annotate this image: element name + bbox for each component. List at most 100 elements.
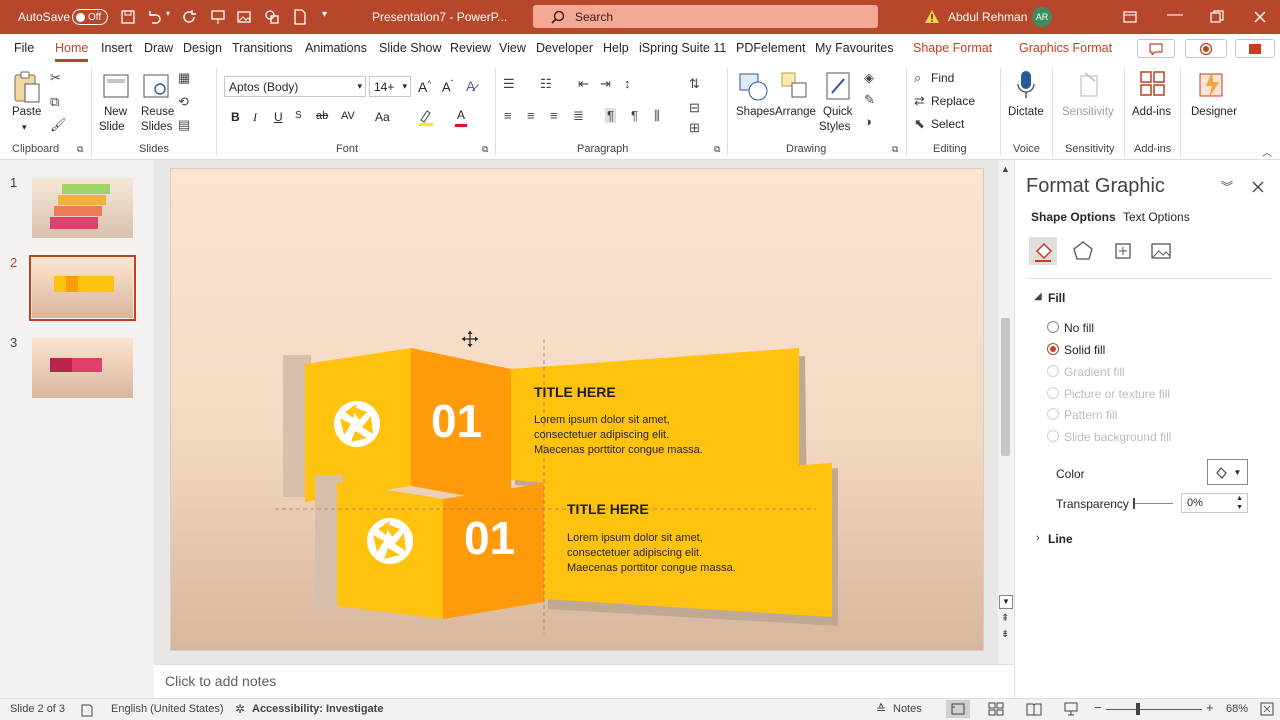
- microphone-icon[interactable]: [1016, 70, 1036, 102]
- select-button[interactable]: Select: [931, 117, 964, 131]
- increase-font-icon[interactable]: A^: [418, 79, 431, 95]
- accessibility-indicator[interactable]: Accessibility: Investigate: [252, 703, 383, 715]
- rtl-icon[interactable]: ¶: [605, 108, 616, 123]
- close-icon[interactable]: [1253, 10, 1267, 24]
- add-ins-icon[interactable]: [1139, 70, 1167, 100]
- solid-fill-label[interactable]: Solid fill: [1064, 343, 1105, 357]
- shadow-button[interactable]: S: [295, 110, 302, 121]
- new-slide-line2[interactable]: Slide: [99, 120, 125, 134]
- shapes-quick-icon[interactable]: [264, 9, 280, 25]
- shape-effects-icon[interactable]: ◑: [864, 114, 872, 129]
- tab-design[interactable]: Design: [183, 41, 222, 55]
- warning-icon[interactable]: [924, 9, 940, 25]
- image-icon[interactable]: [236, 9, 252, 25]
- underline-button[interactable]: U: [274, 110, 283, 124]
- slide-thumbnail-2[interactable]: [32, 258, 133, 318]
- tab-view[interactable]: View: [499, 41, 526, 55]
- avatar[interactable]: AR: [1032, 7, 1052, 27]
- record-button[interactable]: [1185, 39, 1227, 58]
- fill-section-header[interactable]: Fill: [1048, 291, 1065, 305]
- no-fill-label[interactable]: No fill: [1064, 321, 1094, 335]
- transparency-input[interactable]: 0% ▲ ▼: [1181, 493, 1248, 513]
- drawing-launcher-icon[interactable]: ⧉: [892, 144, 898, 155]
- zoom-in-icon[interactable]: +: [1206, 700, 1214, 715]
- tab-shape-options[interactable]: Shape Options: [1031, 210, 1116, 224]
- italic-button[interactable]: I: [253, 110, 257, 125]
- minimize-icon[interactable]: —: [1167, 6, 1183, 24]
- picture-icon[interactable]: [1150, 240, 1172, 262]
- document-icon[interactable]: [292, 9, 308, 25]
- present-icon[interactable]: [210, 9, 226, 25]
- justify-icon[interactable]: ≣: [573, 108, 584, 124]
- bullets-icon[interactable]: ☰: [503, 76, 515, 92]
- shape-fill-icon[interactable]: ◈: [864, 70, 874, 86]
- zoom-out-icon[interactable]: −: [1094, 700, 1102, 715]
- strikethrough-button[interactable]: ab: [316, 110, 328, 122]
- numbering-icon[interactable]: ☷: [540, 76, 552, 92]
- radio-solid-fill[interactable]: [1047, 343, 1059, 355]
- line-spacing-icon[interactable]: ↕: [624, 76, 631, 91]
- align-text-icon[interactable]: ⊟: [689, 100, 700, 116]
- align-right-icon[interactable]: ≡: [550, 108, 558, 123]
- card1-body-line2[interactable]: consectetuer adipiscing elit.: [534, 428, 669, 443]
- layout-icon[interactable]: ▦: [178, 70, 190, 86]
- scroll-thumb[interactable]: [1001, 318, 1010, 456]
- align-center-icon[interactable]: ≡: [527, 108, 535, 123]
- shape-outline-icon[interactable]: ✎: [864, 92, 875, 108]
- card2-number[interactable]: 01: [464, 511, 515, 565]
- reading-view-icon[interactable]: [1026, 702, 1042, 716]
- paste-icon[interactable]: [12, 70, 42, 104]
- designer-button[interactable]: Designer: [1191, 105, 1237, 119]
- replace-icon[interactable]: ⇄: [914, 93, 925, 109]
- card1-number[interactable]: 01: [431, 394, 482, 448]
- decrease-font-icon[interactable]: Aˇ: [442, 79, 453, 94]
- decrease-indent-icon[interactable]: ⇤: [578, 76, 589, 92]
- new-slide-icon[interactable]: [102, 72, 130, 102]
- chevron-right-icon[interactable]: ›: [1036, 532, 1040, 544]
- clipboard-launcher-icon[interactable]: ⧉: [77, 144, 83, 155]
- find-icon[interactable]: ⌕: [914, 70, 921, 86]
- slide-canvas[interactable]: 01 TITLE HERE Lorem ipsum dolor sit amet…: [170, 168, 984, 651]
- replace-button[interactable]: Replace: [931, 94, 975, 108]
- collapse-ribbon-icon[interactable]: ︿: [1262, 144, 1272, 159]
- tab-animations[interactable]: Animations: [305, 41, 367, 55]
- tab-transitions[interactable]: Transitions: [232, 41, 293, 55]
- card2-body-line1[interactable]: Lorem ipsum dolor sit amet,: [567, 531, 703, 546]
- tab-slide-show[interactable]: Slide Show: [379, 41, 442, 55]
- tab-insert[interactable]: Insert: [101, 41, 132, 55]
- share-button[interactable]: [1235, 39, 1275, 58]
- dictate-button[interactable]: Dictate: [1008, 105, 1044, 119]
- transparency-slider-track[interactable]: [1133, 503, 1173, 504]
- language-indicator[interactable]: English (United States): [111, 703, 224, 715]
- radio-no-fill[interactable]: [1047, 321, 1059, 333]
- pentagon-effects-icon[interactable]: [1072, 240, 1094, 262]
- shapes-button[interactable]: Shapes: [736, 105, 775, 119]
- add-ins-button[interactable]: Add-ins: [1132, 105, 1171, 119]
- save-icon[interactable]: [120, 9, 136, 25]
- columns-icon[interactable]: ⫼: [654, 108, 660, 124]
- notes-button[interactable]: Notes: [893, 703, 922, 715]
- increase-indent-icon[interactable]: ⇥: [600, 76, 611, 92]
- new-slide-line1[interactable]: New: [104, 105, 127, 119]
- tab-developer[interactable]: Developer: [536, 41, 593, 55]
- tab-text-options[interactable]: Text Options: [1123, 210, 1190, 224]
- arrange-button[interactable]: Arrange: [775, 105, 816, 119]
- clear-format-icon[interactable]: A̷: [466, 78, 475, 94]
- paste-dropdown-icon[interactable]: ▾: [22, 120, 27, 134]
- text-direction-icon[interactable]: ⇅: [689, 76, 700, 92]
- card2-body-line3[interactable]: Maecenas porttitor congue massa.: [567, 561, 736, 576]
- quick-styles-line1[interactable]: Quick: [823, 105, 852, 119]
- font-launcher-icon[interactable]: ⧉: [482, 144, 488, 155]
- undo-dropdown-icon[interactable]: ▾: [166, 9, 170, 18]
- redo-icon[interactable]: [182, 9, 198, 25]
- slide-sorter-icon[interactable]: [988, 702, 1004, 716]
- fill-line-tab[interactable]: [1029, 237, 1057, 265]
- slideshow-icon[interactable]: [1063, 702, 1079, 716]
- tab-draw[interactable]: Draw: [144, 41, 173, 55]
- zoom-slider-track[interactable]: [1106, 709, 1202, 710]
- format-painter-icon[interactable]: 🖌: [50, 117, 67, 133]
- zoom-level[interactable]: 68%: [1226, 703, 1248, 715]
- select-icon[interactable]: ⬉: [914, 116, 925, 132]
- autosave-toggle[interactable]: Off: [72, 9, 108, 25]
- vertical-scrollbar[interactable]: ▲ ▼ ⇞ ⇟: [998, 160, 1014, 664]
